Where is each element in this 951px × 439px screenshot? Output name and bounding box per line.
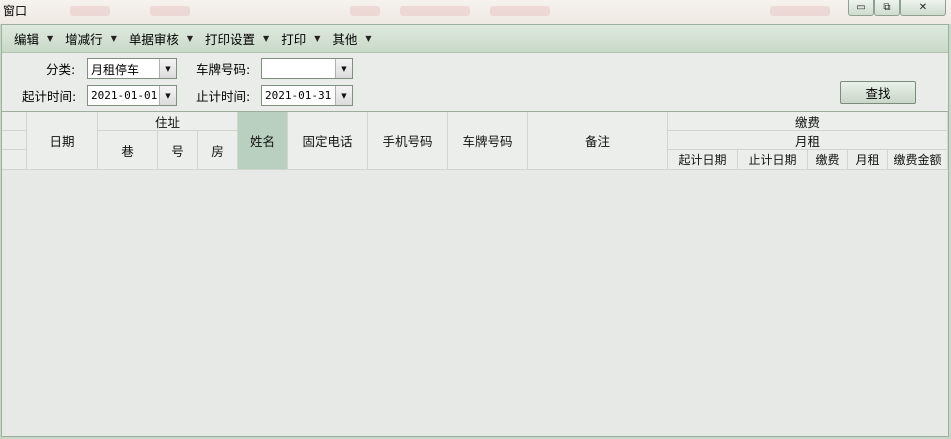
column-header-landline[interactable]: 固定电话 — [288, 112, 368, 170]
column-header-rent[interactable]: 月租 — [848, 150, 888, 170]
data-grid[interactable]: 日期 住址 巷 号 房 姓名 固定电话 手机号码 车牌号码 备注 缴费 月租 起… — [2, 111, 948, 436]
row-header-corner — [2, 131, 27, 150]
end-date-value: 2021-01-31 — [265, 89, 332, 102]
menu-print[interactable]: 打印 ▼ — [275, 28, 326, 50]
column-header-mobile[interactable]: 手机号码 — [368, 112, 448, 170]
column-group-address: 住址 — [98, 112, 238, 131]
column-header-end-date[interactable]: 止计日期 — [738, 150, 808, 170]
category-value: 月租停车 — [91, 63, 140, 77]
end-time-label: 止计时间: — [196, 89, 251, 104]
restore-button[interactable]: ⧉ — [874, 0, 900, 16]
plate-label: 车牌号码: — [196, 62, 251, 77]
menu-label: 打印 — [281, 32, 307, 47]
window-title: 窗口 — [3, 4, 28, 18]
start-date-value: 2021-01-01 — [91, 89, 158, 102]
window-client: 编辑 ▼ 增减行 ▼ 单据审核 ▼ 打印设置 ▼ 打印 ▼ 其他 ▼ 分类: 月… — [1, 24, 949, 437]
close-button[interactable]: ✕ — [900, 0, 946, 16]
column-header-start-date[interactable]: 起计日期 — [668, 150, 738, 170]
chevron-down-icon[interactable]: ▼ — [335, 59, 352, 78]
plate-value — [262, 59, 335, 78]
row-header-corner — [2, 112, 27, 131]
dropdown-arrow-icon: ▼ — [314, 34, 321, 43]
close-icon: ✕ — [918, 1, 928, 13]
start-date-picker[interactable]: 2021-01-01 ▼ — [87, 85, 177, 106]
chevron-down-icon[interactable]: ▼ — [335, 86, 352, 105]
minimize-button[interactable]: ▭ — [848, 0, 874, 16]
column-header-room[interactable]: 房 — [198, 131, 238, 170]
restore-icon: ⧉ — [883, 1, 891, 13]
dropdown-arrow-icon: ▼ — [110, 34, 117, 43]
row-header-corner — [2, 150, 27, 170]
filter-panel: 分类: 月租停车 ▼ 车牌号码: ▼ 起计时间: 2021-01-01 ▼ 止计… — [2, 53, 948, 111]
column-group-monthly: 月租 — [668, 131, 948, 150]
dropdown-arrow-icon: ▼ — [263, 34, 270, 43]
menu-bar: 编辑 ▼ 增减行 ▼ 单据审核 ▼ 打印设置 ▼ 打印 ▼ 其他 ▼ — [2, 25, 948, 53]
column-header-name[interactable]: 姓名 — [238, 112, 288, 170]
chevron-down-icon[interactable]: ▼ — [159, 59, 176, 78]
dropdown-arrow-icon: ▼ — [365, 34, 372, 43]
dropdown-arrow-icon: ▼ — [186, 34, 194, 43]
start-time-label: 起计时间: — [22, 89, 77, 104]
menu-document-review[interactable]: 单据审核 ▼ — [123, 28, 199, 50]
dropdown-arrow-icon: ▼ — [47, 34, 54, 43]
column-header-lane[interactable]: 巷 — [98, 131, 158, 170]
grid-header: 日期 住址 巷 号 房 姓名 固定电话 手机号码 车牌号码 备注 缴费 月租 起… — [2, 112, 948, 170]
menu-label: 单据审核 — [128, 32, 179, 47]
plate-select[interactable]: ▼ — [261, 58, 353, 79]
column-header-amount[interactable]: 缴费金额 — [888, 150, 948, 170]
menu-label: 编辑 — [14, 32, 40, 47]
menu-other[interactable]: 其他 ▼ — [326, 28, 377, 50]
category-select[interactable]: 月租停车 ▼ — [87, 58, 177, 79]
chevron-down-icon[interactable]: ▼ — [159, 86, 176, 105]
column-group-payment: 缴费 — [668, 112, 948, 131]
menu-label: 增减行 — [65, 32, 103, 47]
menu-label: 打印设置 — [205, 32, 256, 47]
category-label: 分类: — [46, 62, 76, 77]
minimize-icon: ▭ — [856, 1, 866, 13]
menu-print-settings[interactable]: 打印设置 ▼ — [199, 28, 275, 50]
column-header-date[interactable]: 日期 — [27, 112, 98, 170]
column-header-remark[interactable]: 备注 — [528, 112, 668, 170]
title-bar: 窗口 ▭ ⧉ ✕ — [0, 0, 951, 24]
end-date-picker[interactable]: 2021-01-31 ▼ — [261, 85, 353, 106]
column-header-number[interactable]: 号 — [158, 131, 198, 170]
menu-edit[interactable]: 编辑 ▼ — [8, 28, 59, 50]
app-window: 窗口 ▭ ⧉ ✕ 编辑 ▼ 增减行 ▼ 单据审核 ▼ 打印设置 ▼ 打印 ▼ 其… — [0, 0, 951, 439]
search-button[interactable]: 查找 — [840, 81, 916, 104]
menu-label: 其他 — [332, 32, 358, 47]
column-header-pay[interactable]: 缴费 — [808, 150, 848, 170]
column-header-plate[interactable]: 车牌号码 — [448, 112, 528, 170]
menu-add-remove-row[interactable]: 增减行 ▼ — [59, 28, 123, 50]
